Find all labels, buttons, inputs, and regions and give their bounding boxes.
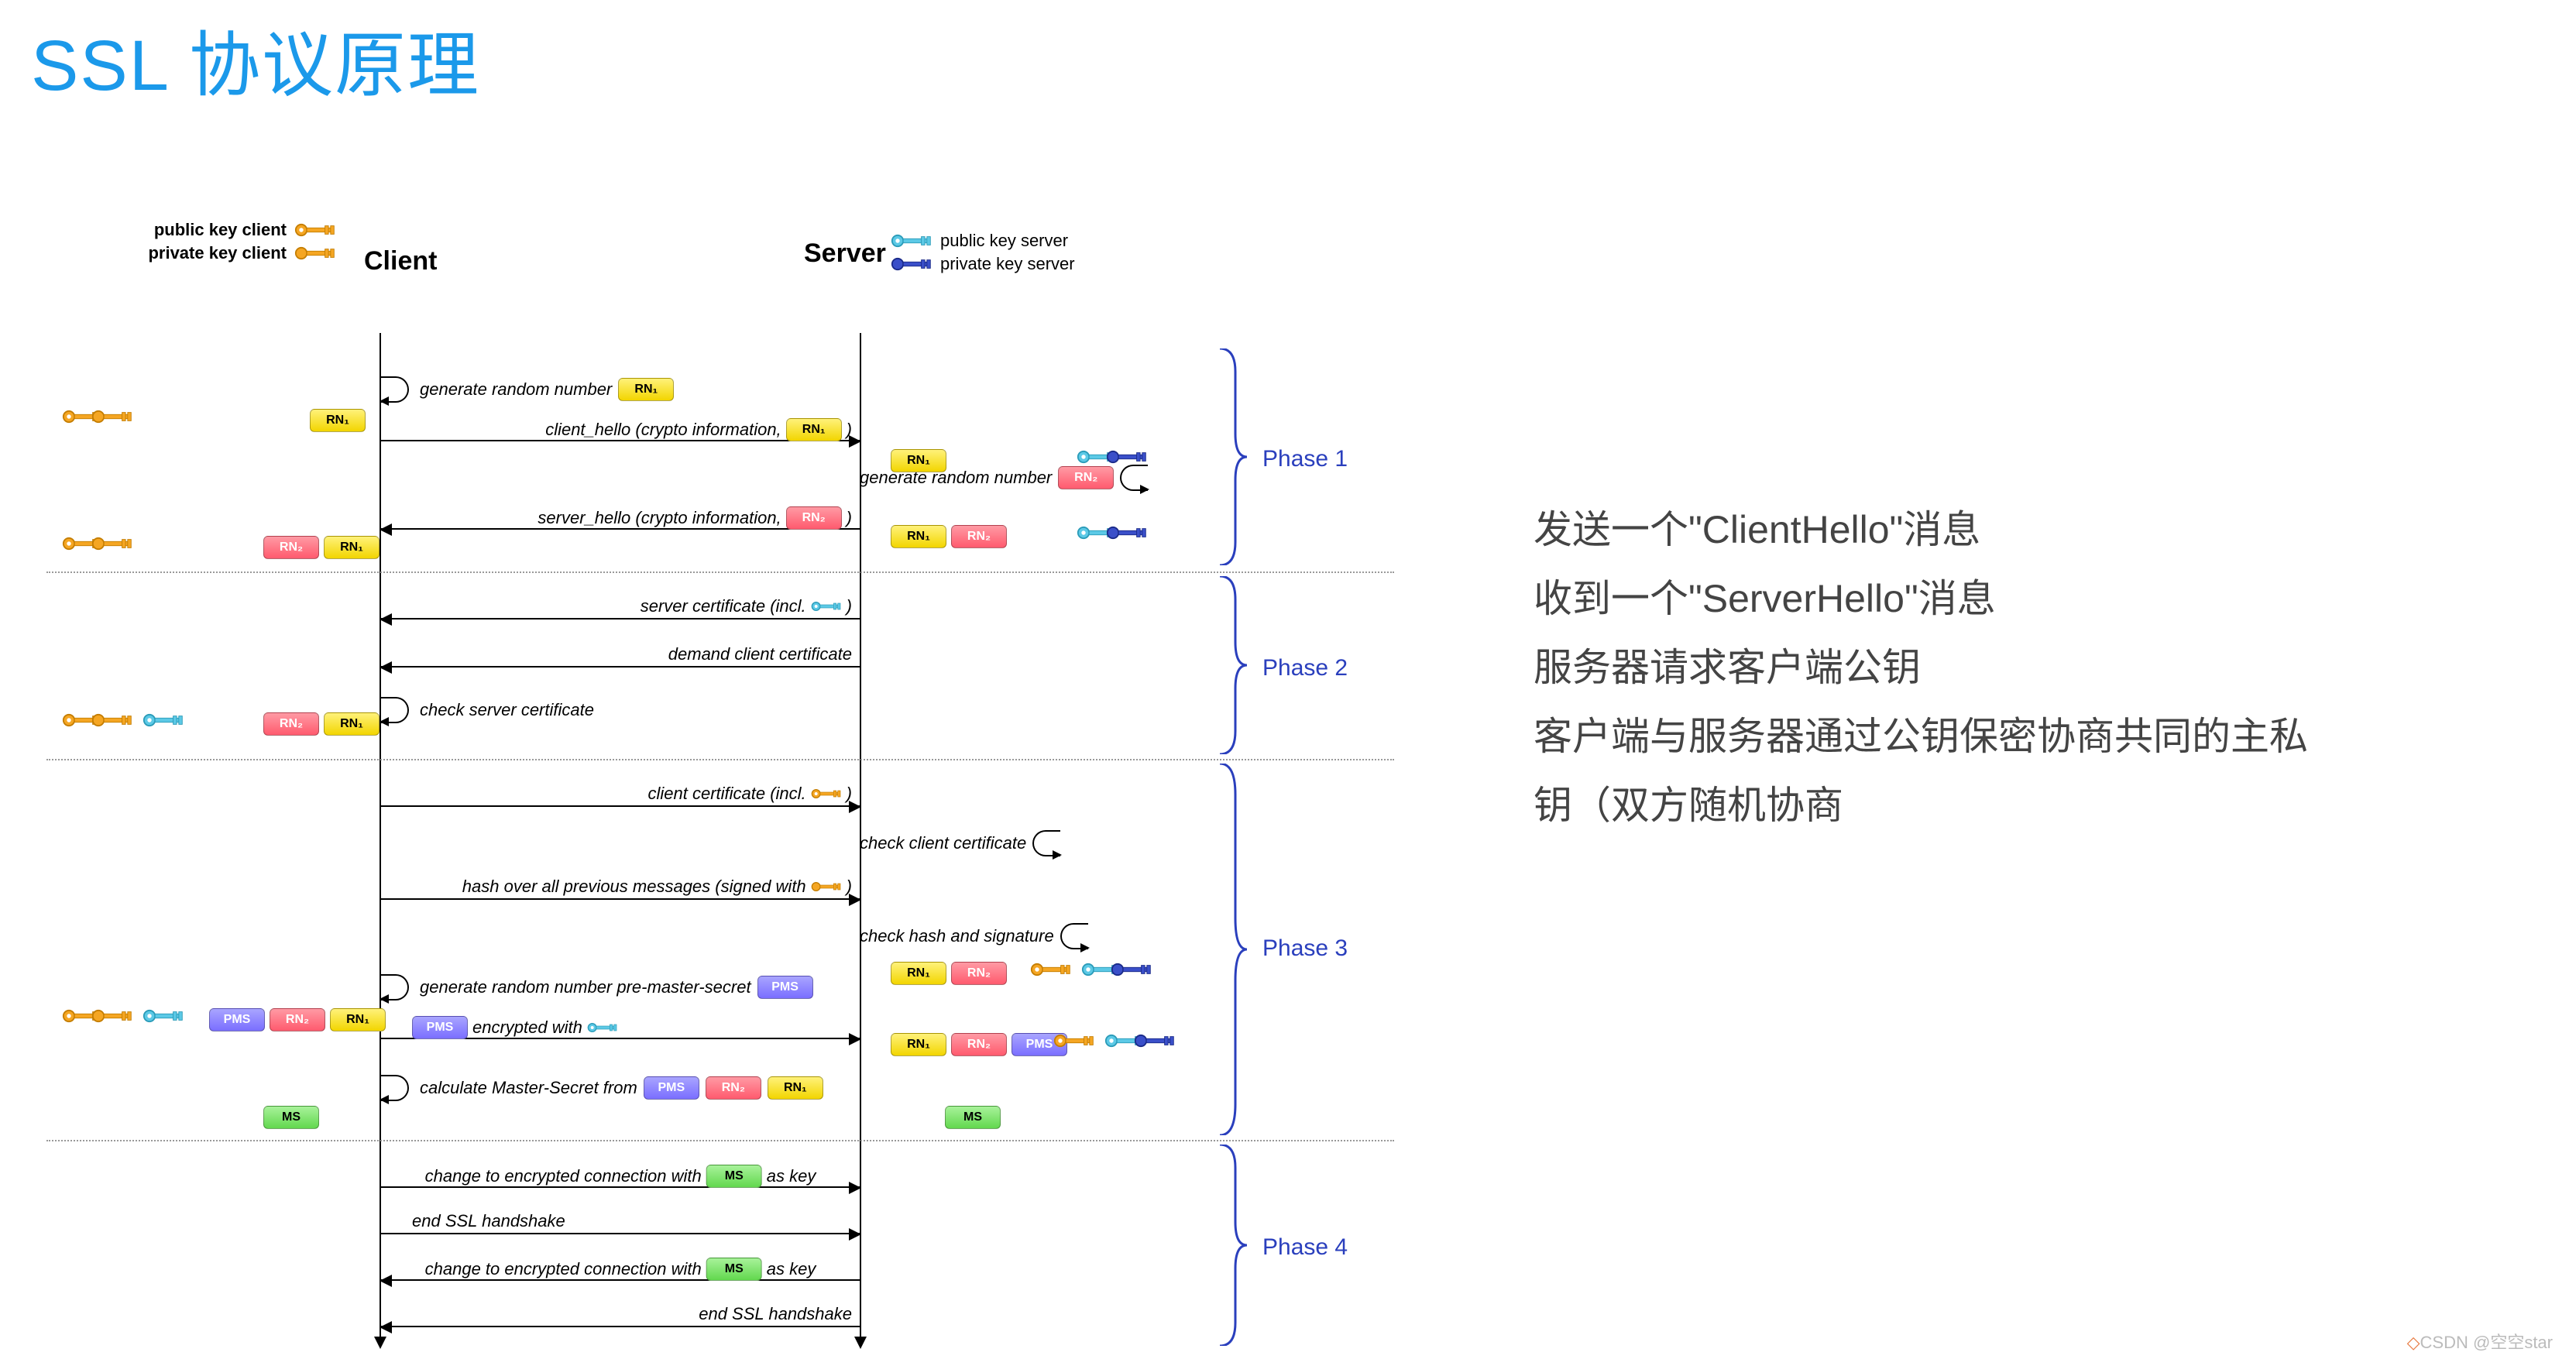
server-state-p3b: RN₁RN₂PMS bbox=[891, 1033, 1067, 1056]
server-state-rn1-rn2: RN₁RN₂ bbox=[891, 525, 1007, 548]
watermark: ◇CSDN @空空star bbox=[2407, 1329, 2553, 1354]
phase-divider-2 bbox=[46, 759, 1394, 760]
key-orange-open-icon bbox=[294, 222, 336, 238]
client-state-rn1: RN₁ bbox=[310, 409, 366, 432]
watermark-icon: ◇ bbox=[2407, 1333, 2420, 1352]
msg-demand-client-cert: demand client certificate bbox=[381, 666, 860, 668]
client-lifeline-label: Client bbox=[364, 246, 437, 276]
client-state-p2-rn: RN₂RN₁ bbox=[263, 712, 380, 736]
client-state-keys bbox=[62, 409, 133, 424]
server-state-keys bbox=[1077, 449, 1148, 465]
pms-badge: PMS bbox=[757, 976, 813, 999]
client-state-p3 bbox=[62, 1008, 184, 1024]
server-state-rn1: RN₁ bbox=[891, 449, 946, 472]
phase-3-label: Phase 3 bbox=[1262, 935, 1348, 962]
public-key-client-label: public key client bbox=[147, 220, 287, 240]
step-generate-rn1: generate random numberRN₁ bbox=[381, 376, 674, 403]
brace-phase-2 bbox=[1216, 576, 1247, 760]
explain-line-2: 收到一个"ServerHello"消息 bbox=[1534, 565, 2540, 633]
rn2-badge: RN₂ bbox=[1058, 466, 1114, 489]
server-state-p3a: RN₁RN₂ bbox=[891, 962, 1007, 985]
server-lifeline-label: Server bbox=[804, 239, 886, 269]
step-check-client-cert: check client certificate bbox=[860, 830, 1065, 856]
private-key-server-label: private key server bbox=[940, 254, 1075, 274]
client-state-p2 bbox=[62, 712, 184, 728]
key-navy-full-icon bbox=[891, 256, 933, 272]
private-key-client-label: private key client bbox=[147, 243, 287, 263]
explain-line-3: 服务器请求客户端公钥 bbox=[1534, 633, 2540, 702]
key-cyan-open-icon bbox=[891, 233, 933, 249]
step-generate-pms: generate random number pre-master-secret… bbox=[381, 974, 813, 1000]
step-check-hash: check hash and signature bbox=[860, 923, 1093, 949]
key-orange-full-icon bbox=[294, 245, 336, 261]
server-ms-badge: MS bbox=[945, 1106, 1001, 1129]
phase-1-label: Phase 1 bbox=[1262, 446, 1348, 472]
rn2-badge: RN₂ bbox=[786, 506, 842, 530]
msg-change-enc-2: change to encrypted connection withMSas … bbox=[381, 1279, 860, 1281]
msg-hash-signed: hash over all previous messages (signed … bbox=[381, 898, 860, 900]
client-ms-badge: MS bbox=[263, 1106, 319, 1129]
step-calc-ms: calculate Master-Secret fromPMSRN₂RN₁ bbox=[381, 1075, 823, 1101]
brace-phase-4 bbox=[1216, 1145, 1247, 1352]
client-key-legend: public key client private key client bbox=[147, 217, 336, 266]
pms-badge: PMS bbox=[412, 1016, 468, 1039]
server-key-legend: public key server private key server bbox=[891, 228, 1075, 277]
explain-line-5: 钥（双方随机协商 bbox=[1534, 771, 2540, 840]
phase-divider-1 bbox=[46, 571, 1394, 573]
public-key-server-label: public key server bbox=[940, 231, 1068, 251]
msg-client-certificate: client certificate (incl.) bbox=[381, 805, 860, 807]
phase-2-label: Phase 2 bbox=[1262, 655, 1348, 681]
client-state-rn1-rn2: RN₂RN₁ bbox=[263, 536, 380, 559]
explain-line-4: 客户端与服务器通过公钥保密协商共同的主私 bbox=[1534, 702, 2540, 771]
msg-end-ssl-1: end SSL handshake bbox=[381, 1233, 860, 1234]
brace-phase-1 bbox=[1216, 348, 1247, 571]
msg-client-hello: client_hello (crypto information,RN₁) bbox=[381, 440, 860, 441]
phase-4-label: Phase 4 bbox=[1262, 1234, 1348, 1261]
rn1-badge: RN₁ bbox=[618, 378, 674, 401]
phase-divider-3 bbox=[46, 1140, 1394, 1141]
step-check-server-cert: check server certificate bbox=[381, 697, 594, 723]
brace-phase-3 bbox=[1216, 764, 1247, 1141]
client-lifeline bbox=[380, 333, 381, 1347]
explanation-text: 发送一个"ClientHello"消息 收到一个"ServerHello"消息 … bbox=[1534, 496, 2540, 840]
client-state-keys2 bbox=[62, 536, 133, 551]
msg-end-ssl-2: end SSL handshake bbox=[381, 1326, 860, 1327]
slide-title: SSL 协议原理 bbox=[31, 8, 480, 111]
rn1-badge: RN₁ bbox=[786, 418, 842, 441]
msg-change-enc-1: change to encrypted connection withMSas … bbox=[381, 1186, 860, 1188]
server-state-keys2 bbox=[1077, 525, 1148, 541]
explain-line-1: 发送一个"ClientHello"消息 bbox=[1534, 496, 2540, 565]
msg-pms-encrypted: PMSencrypted with bbox=[381, 1038, 860, 1039]
msg-server-certificate: server certificate (incl.) bbox=[381, 618, 860, 620]
msg-server-hello: server_hello (crypto information,RN₂) bbox=[381, 528, 860, 530]
